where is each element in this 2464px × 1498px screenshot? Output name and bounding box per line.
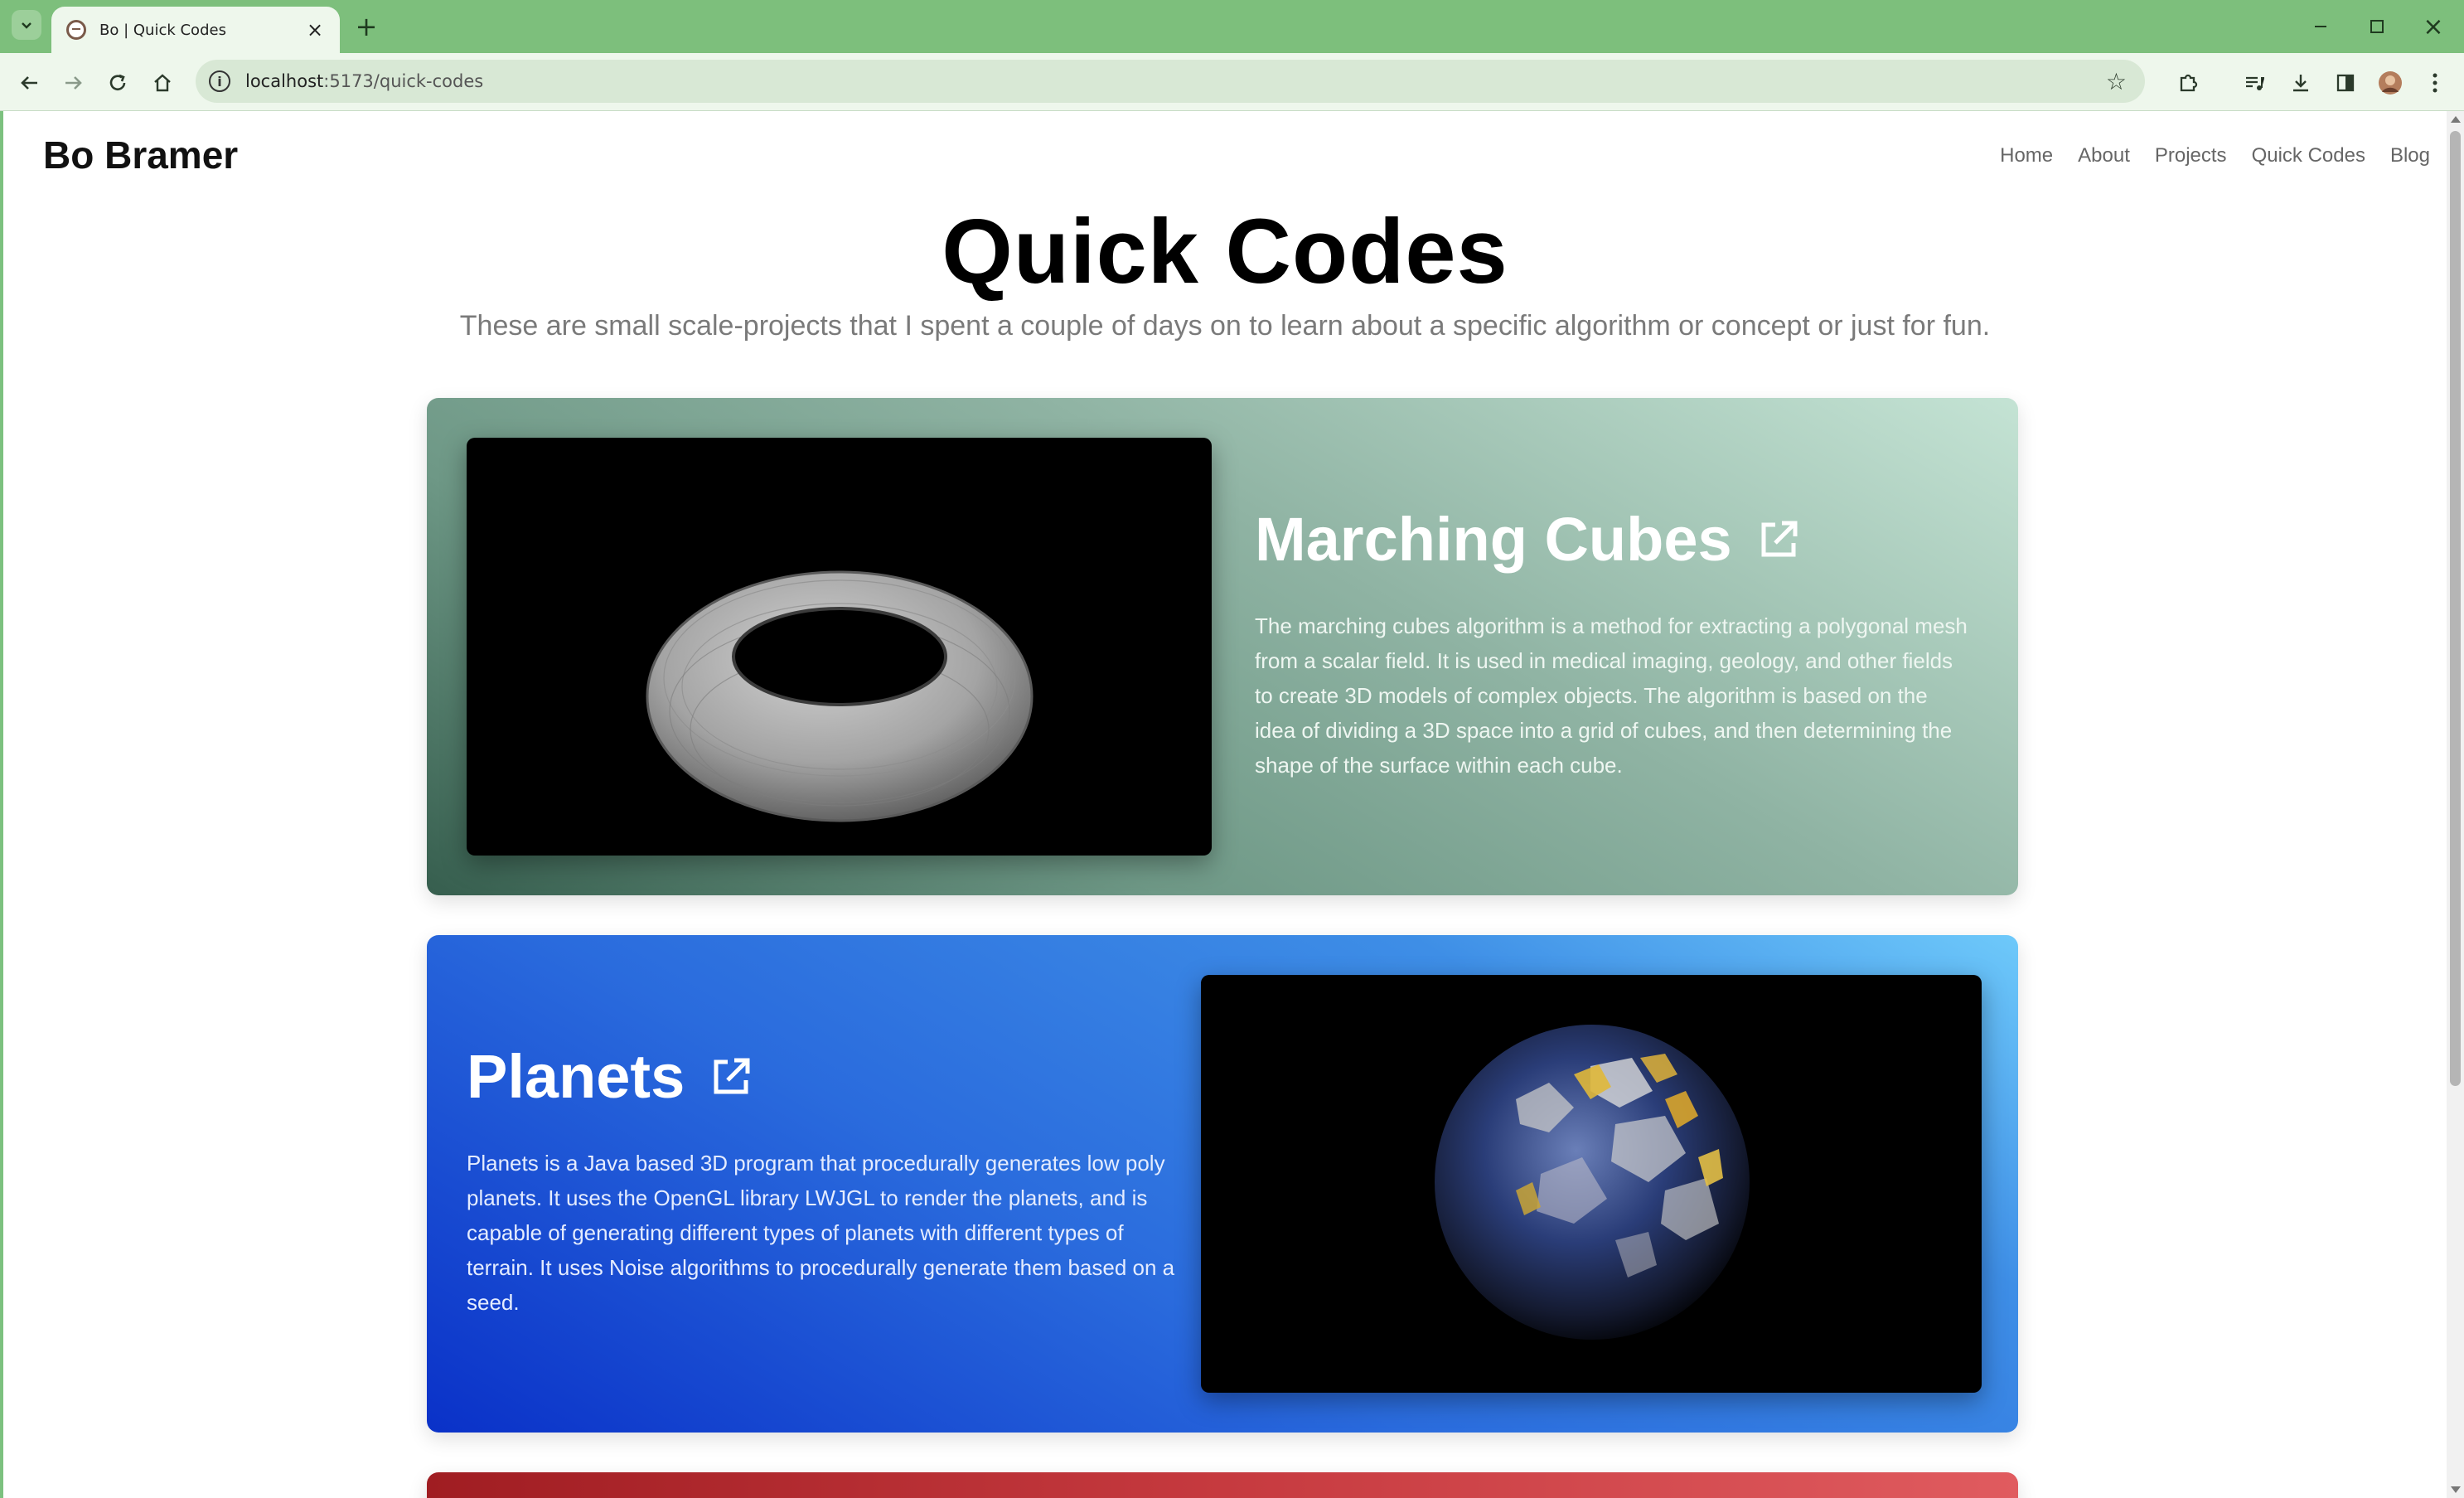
scrollbar-thumb[interactable] [2450,131,2461,1086]
project-title-text: Planets [467,1042,685,1111]
page-scrollbar[interactable] [2447,111,2464,1498]
site-info-icon[interactable]: i [209,70,230,92]
project-title-planets[interactable]: Planets [467,1041,754,1112]
kebab-menu-icon [2433,73,2437,93]
scroll-up-arrow-icon[interactable] [2451,116,2461,123]
window-minimize-button[interactable] [2304,12,2337,41]
tab-title: Bo | Quick Codes [99,21,226,39]
page-subtitle: These are small scale-projects that I sp… [459,310,1991,342]
back-arrow-icon [21,76,37,90]
window-maximize-button[interactable] [2360,12,2394,41]
downloads-button[interactable] [2284,66,2317,99]
nav-link-blog[interactable]: Blog [2390,144,2430,167]
project-description-planets: Planets is a Java based 3D program that … [467,1151,1175,1315]
scroll-down-arrow-icon[interactable] [2451,1486,2461,1493]
nav-link-projects[interactable]: Projects [2155,144,2227,167]
tab-search-button[interactable] [12,10,41,40]
profile-avatar[interactable] [2374,66,2407,99]
site-favicon-icon [66,20,86,40]
external-link-icon[interactable] [708,1054,754,1100]
new-tab-button[interactable]: + [351,11,381,42]
home-icon [154,74,171,92]
reload-button[interactable] [101,66,134,99]
browser-toolbar: i localhost:5173/quick-codes ☆ [0,53,2464,111]
media-controls-button[interactable] [2238,66,2271,99]
side-panel-button[interactable] [2329,66,2362,99]
forward-button[interactable] [56,66,90,99]
browser-menu-button[interactable] [2418,66,2452,99]
puzzle-icon [2180,74,2198,92]
project-card-third [427,1472,2018,1498]
project-description-marching-cubes: The marching cubes algorithm is a method… [1255,613,1968,778]
project-title-text: Marching Cubes [1255,505,1732,574]
external-link-icon[interactable] [1755,516,1802,563]
extensions-button[interactable] [2171,66,2205,99]
address-bar-url: localhost:5173/quick-codes [245,71,483,91]
home-button[interactable] [146,66,179,99]
browser-tab-active[interactable]: Bo | Quick Codes × [51,7,340,53]
browser-tab-bar: Bo | Quick Codes × + × [0,0,2464,53]
media-queue-icon [2246,76,2264,90]
chevron-down-icon [22,22,31,29]
planet-render [1435,1025,1750,1340]
avatar-icon [2379,71,2402,95]
minimize-icon [2315,26,2326,27]
torus-render [646,570,1034,822]
main-nav: Home About Projects Quick Codes Blog [2000,144,2430,167]
marching-cubes-preview-image [467,438,1212,856]
planets-preview-image [1201,975,1982,1393]
side-panel-icon [2336,74,2355,92]
back-button[interactable] [13,66,46,99]
download-icon [2293,75,2308,92]
project-card-planets: Planets Planets is a Java based 3D progr… [427,935,2018,1433]
page-viewport: Bo Bramer Home About Projects Quick Code… [3,111,2447,1498]
url-path: :5173/quick-codes [323,71,484,91]
tab-close-icon[interactable]: × [305,18,325,41]
forward-arrow-icon [65,76,82,90]
bookmark-star-icon[interactable]: ☆ [2106,68,2127,95]
window-close-button[interactable]: × [2417,12,2450,41]
nav-link-quick-codes[interactable]: Quick Codes [2252,144,2365,167]
address-bar[interactable]: i localhost:5173/quick-codes ☆ [196,60,2145,103]
project-title-marching-cubes[interactable]: Marching Cubes [1255,504,1802,574]
page-title: Quick Codes [942,201,1508,303]
url-host: localhost [245,71,324,91]
nav-link-about[interactable]: About [2078,144,2130,167]
nav-link-home[interactable]: Home [2000,144,2053,167]
site-logo-name[interactable]: Bo Bramer [43,133,238,177]
maximize-icon [2370,20,2384,33]
project-card-marching-cubes: Marching Cubes The marching cubes algori… [427,398,2018,895]
reload-icon [109,74,126,90]
